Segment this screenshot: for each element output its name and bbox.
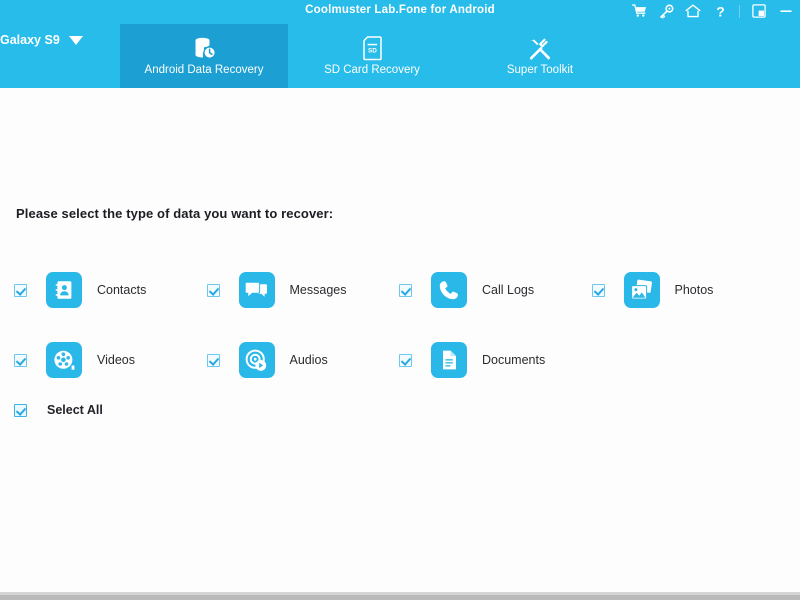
audios-icon[interactable] [238,342,275,378]
data-type-label: Documents [482,353,546,367]
data-type-label: Videos [97,353,135,367]
sd-card-icon: SD [362,35,382,61]
checkbox-videos[interactable] [14,353,27,367]
checkbox-contacts[interactable] [14,283,27,297]
tab-android-data-recovery[interactable]: Android Data Recovery [120,24,288,88]
checkbox-photos[interactable] [591,283,605,297]
minimize-icon[interactable] [778,3,794,19]
tools-icon [528,35,552,61]
data-type-videos[interactable]: Videos [14,342,207,378]
data-type-label: Messages [289,283,347,297]
checkbox-messages[interactable] [206,283,220,297]
messages-icon[interactable] [238,272,275,308]
contacts-icon[interactable] [46,272,82,308]
data-type-row: Contacts Messages Call Logs Photos [14,255,784,325]
tab-label: Super Toolkit [506,64,574,76]
app-header: Coolmuster Lab.Fone for Android ? Galaxy… [0,0,800,88]
cart-icon[interactable] [631,3,647,19]
data-type-audios[interactable]: Audios [206,342,400,378]
data-type-contacts[interactable]: Contacts [14,272,207,308]
main-content: Please select the type of data you want … [0,88,800,592]
key-icon[interactable] [658,3,674,19]
data-type-documents[interactable]: Documents [399,342,592,378]
checkbox-select-all[interactable] [14,403,27,417]
data-type-grid: Contacts Messages Call Logs Photos Video… [14,255,784,395]
checkbox-documents[interactable] [399,353,412,367]
tab-label: SD Card Recovery [324,64,420,76]
app-window: Coolmuster Lab.Fone for Android ? Galaxy… [0,0,800,600]
device-selector[interactable]: Galaxy S9 [0,33,83,47]
toolbar-divider [739,4,740,18]
window-controls: ? [631,3,794,19]
data-type-messages[interactable]: Messages [206,272,400,308]
data-type-row: Videos Audios Documents [14,325,784,395]
data-type-label: Call Logs [482,283,535,297]
tab-label: Android Data Recovery [144,64,264,76]
data-type-photos[interactable]: Photos [591,272,785,308]
data-type-label: Audios [289,353,328,367]
window-bottom-edge [0,592,800,600]
help-icon[interactable]: ? [712,3,728,19]
window-bottom-highlight [0,592,800,595]
restore-window-icon[interactable] [751,3,767,19]
device-name: Galaxy S9 [0,33,60,47]
data-type-label: Photos [674,283,714,297]
chevron-down-icon [68,35,83,45]
documents-icon[interactable] [431,342,467,378]
call-logs-icon[interactable] [431,272,467,308]
videos-icon[interactable] [46,342,82,378]
checkbox-audios[interactable] [206,353,220,367]
svg-text:?: ? [716,4,725,19]
photos-icon[interactable] [623,272,660,308]
title-bar: Coolmuster Lab.Fone for Android ? [0,0,800,24]
svg-text:SD: SD [367,48,376,55]
home-icon[interactable] [685,3,701,19]
page-title: Please select the type of data you want … [16,206,334,221]
database-clock-icon [192,35,217,61]
data-type-call-logs[interactable]: Call Logs [399,272,592,308]
tab-super-toolkit[interactable]: Super Toolkit [456,24,624,88]
tab-sd-card-recovery[interactable]: SD SD Card Recovery [288,24,456,88]
tab-bar: Android Data Recovery SD SD Card Recover… [120,24,624,88]
checkbox-call-logs[interactable] [399,283,412,297]
data-type-label: Contacts [97,283,147,297]
select-all-row[interactable]: Select All [14,403,103,417]
select-all-label: Select All [47,403,103,417]
